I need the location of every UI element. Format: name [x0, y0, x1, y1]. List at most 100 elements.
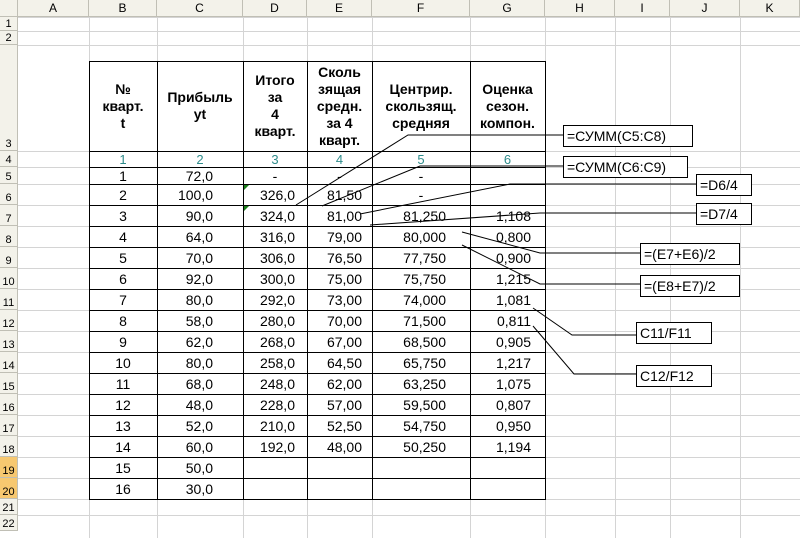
row-header-19[interactable]: 19 [0, 457, 18, 478]
select-all-corner[interactable] [0, 0, 18, 17]
table-cell[interactable]: 63,250 [372, 376, 446, 392]
column-header-a[interactable]: A [18, 0, 89, 17]
row-header-10[interactable]: 10 [0, 268, 18, 289]
table-cell[interactable]: 62,00 [307, 376, 362, 392]
table-cell[interactable]: 13 [89, 418, 157, 434]
table-cell[interactable]: 70,00 [307, 313, 362, 329]
row-header-2[interactable]: 2 [0, 31, 18, 45]
row-header-1[interactable]: 1 [0, 17, 18, 31]
table-cell[interactable]: 68,500 [372, 334, 446, 350]
table-cell[interactable]: 75,750 [372, 271, 446, 287]
table-cell[interactable]: 210,0 [243, 418, 295, 434]
row-header-13[interactable]: 13 [0, 331, 18, 352]
column-header-j[interactable]: J [670, 0, 740, 17]
column-header-e[interactable]: E [307, 0, 372, 17]
table-cell[interactable]: 71,500 [372, 313, 446, 329]
table-cell[interactable]: 80,0 [157, 355, 213, 371]
row-header-22[interactable]: 22 [0, 515, 18, 531]
table-cell[interactable]: 10 [89, 355, 157, 371]
table-cell[interactable]: 52,0 [157, 418, 213, 434]
table-cell[interactable]: 0,900 [470, 250, 531, 266]
row-header-4[interactable]: 4 [0, 151, 18, 167]
table-cell[interactable]: 6 [89, 271, 157, 287]
table-cell[interactable]: 1,075 [470, 376, 531, 392]
table-cell[interactable]: 90,0 [157, 208, 213, 224]
table-cell[interactable]: 1,108 [470, 208, 531, 224]
table-cell[interactable]: 77,750 [372, 250, 446, 266]
row-header-5[interactable]: 5 [0, 167, 18, 184]
table-cell[interactable]: 0,800 [470, 229, 531, 245]
table-cell[interactable]: 280,0 [243, 313, 295, 329]
spreadsheet[interactable]: A B C D E F G H I J K 1 2 3 4 5 6 7 8 9 10 11 12 13 14 15 16 17 18 19… [0, 0, 800, 538]
row-header-12[interactable]: 12 [0, 310, 18, 331]
table-cell[interactable]: 74,000 [372, 292, 446, 308]
table-cell[interactable]: 326,0 [243, 187, 295, 203]
table-cell[interactable]: 57,00 [307, 397, 362, 413]
column-header-i[interactable]: I [615, 0, 670, 17]
column-header-d[interactable]: D [243, 0, 307, 17]
table-cell[interactable]: 79,00 [307, 229, 362, 245]
table-cell[interactable]: 0,811 [470, 313, 531, 329]
table-cell[interactable]: 60,0 [157, 439, 213, 455]
row-header-17[interactable]: 17 [0, 415, 18, 436]
table-cell[interactable]: 248,0 [243, 376, 295, 392]
table-cell[interactable]: 67,00 [307, 334, 362, 350]
table-cell[interactable]: 52,50 [307, 418, 362, 434]
table-cell[interactable]: 324,0 [243, 208, 295, 224]
table-cell[interactable]: 80,000 [372, 229, 446, 245]
row-header-21[interactable]: 21 [0, 499, 18, 515]
table-cell[interactable]: 1,215 [470, 271, 531, 287]
row-header-18[interactable]: 18 [0, 436, 18, 457]
row-header-20[interactable]: 20 [0, 478, 18, 499]
table-cell[interactable]: 292,0 [243, 292, 295, 308]
table-cell[interactable]: 70,0 [157, 250, 213, 266]
table-cell[interactable]: 8 [89, 313, 157, 329]
table-cell[interactable]: 3 [89, 208, 157, 224]
table-cell[interactable]: 81,250 [372, 208, 446, 224]
table-cell[interactable]: 1,217 [470, 355, 531, 371]
table-cell[interactable]: 0,950 [470, 418, 531, 434]
table-cell[interactable]: - [243, 168, 307, 184]
table-cell[interactable]: 0,905 [470, 334, 531, 350]
column-header-h[interactable]: H [545, 0, 615, 17]
table-cell[interactable]: 0,807 [470, 397, 531, 413]
table-cell[interactable]: 62,0 [157, 334, 213, 350]
table-cell[interactable]: 48,00 [307, 439, 362, 455]
row-header-14[interactable]: 14 [0, 352, 18, 373]
row-header-16[interactable]: 16 [0, 394, 18, 415]
table-cell[interactable]: 65,750 [372, 355, 446, 371]
table-cell[interactable]: 1,194 [470, 439, 531, 455]
row-header-6[interactable]: 6 [0, 184, 18, 205]
column-header-g[interactable]: G [470, 0, 545, 17]
table-cell[interactable]: 2 [89, 187, 157, 203]
table-cell[interactable]: 15 [89, 460, 157, 476]
table-cell[interactable]: 48,0 [157, 397, 213, 413]
table-cell[interactable]: 81,00 [307, 208, 362, 224]
column-header-f[interactable]: F [372, 0, 470, 17]
table-cell[interactable]: 14 [89, 439, 157, 455]
table-cell[interactable]: 268,0 [243, 334, 295, 350]
table-cell[interactable]: 306,0 [243, 250, 295, 266]
table-cell[interactable]: 192,0 [243, 439, 295, 455]
table-cell[interactable]: 92,0 [157, 271, 213, 287]
table-cell[interactable]: - [372, 187, 470, 203]
row-header-15[interactable]: 15 [0, 373, 18, 394]
table-cell[interactable]: 75,00 [307, 271, 362, 287]
table-cell[interactable]: 1 [89, 168, 157, 184]
table-cell[interactable]: 54,750 [372, 418, 446, 434]
table-cell[interactable]: 12 [89, 397, 157, 413]
column-header-c[interactable]: C [157, 0, 243, 17]
row-header-11[interactable]: 11 [0, 289, 18, 310]
column-header-k[interactable]: K [740, 0, 800, 17]
table-cell[interactable]: 50,250 [372, 439, 446, 455]
table-cell[interactable]: 59,500 [372, 397, 446, 413]
table-cell[interactable]: 9 [89, 334, 157, 350]
table-cell[interactable]: 73,00 [307, 292, 362, 308]
table-cell[interactable]: 100,0 [157, 187, 213, 203]
table-cell[interactable]: 64,50 [307, 355, 362, 371]
table-cell[interactable]: 76,50 [307, 250, 362, 266]
table-cell[interactable]: 7 [89, 292, 157, 308]
table-cell[interactable]: 228,0 [243, 397, 295, 413]
table-cell[interactable]: 80,0 [157, 292, 213, 308]
table-cell[interactable]: 81,50 [307, 187, 362, 203]
